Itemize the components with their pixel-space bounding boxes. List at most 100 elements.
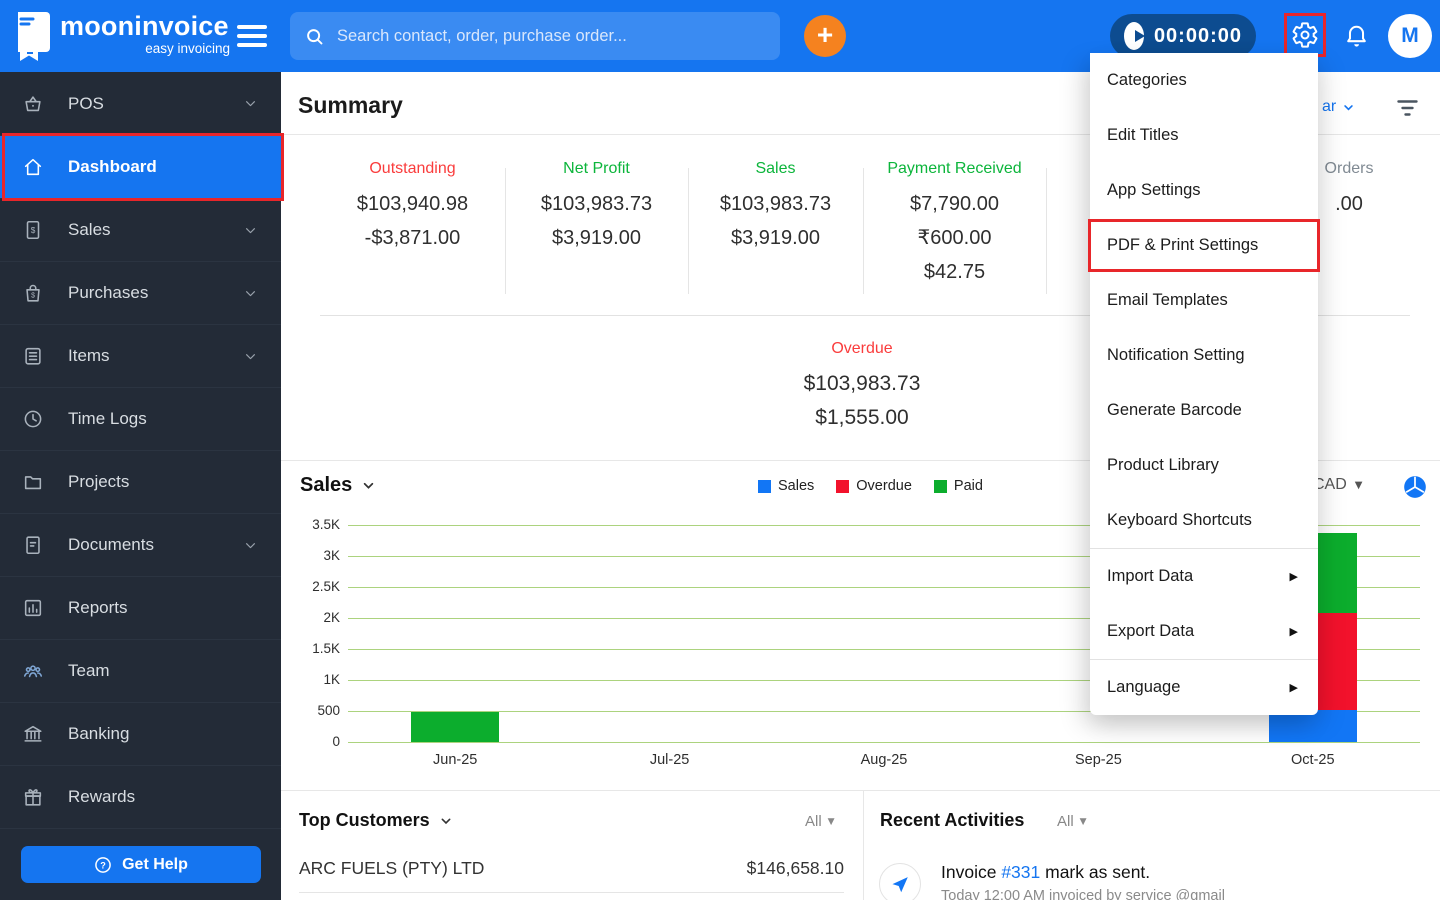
card-label: Outstanding — [369, 160, 456, 177]
bar-chart-icon — [24, 599, 42, 617]
team-icon — [23, 665, 43, 678]
overdue-value: $1,555.00 — [815, 406, 909, 429]
search-input[interactable] — [337, 26, 766, 46]
sidebar-item-label: Sales — [68, 220, 111, 239]
bar-segment-paid-jun-25 — [411, 711, 500, 742]
sidebar-item-team[interactable]: Team — [0, 639, 281, 702]
menu-item-product-library[interactable]: Product Library — [1090, 438, 1318, 493]
legend-label: Overdue — [856, 478, 912, 494]
currency-selector[interactable]: CAD ▼ — [1313, 476, 1362, 494]
legend-label: Paid — [953, 478, 983, 494]
menu-item-label: Import Data — [1107, 567, 1194, 585]
sidebar-item-pos[interactable]: POS — [0, 72, 281, 135]
top-customers-filter[interactable]: All ▼ — [805, 813, 835, 830]
menu-item-generate-barcode[interactable]: Generate Barcode — [1090, 383, 1318, 438]
add-new-button[interactable]: + — [804, 15, 846, 57]
gridline — [348, 742, 1420, 743]
sidebar-item-projects[interactable]: Projects — [0, 450, 281, 513]
bottom-panels-border — [281, 790, 1440, 791]
menu-item-email-templates[interactable]: Email Templates — [1090, 273, 1318, 328]
menu-item-notification-setting[interactable]: Notification Setting — [1090, 328, 1318, 383]
bottom-panels-divider — [863, 790, 864, 900]
card-label: Sales — [755, 160, 796, 177]
chart-title-dropdown[interactable]: Sales — [300, 474, 377, 497]
x-axis-label: Jun-25 — [433, 752, 478, 768]
y-axis-tick: 500 — [317, 703, 340, 718]
avatar-initial: M — [1401, 24, 1419, 47]
customer-row[interactable]: ARC FUELS (PTY) LTD $146,658.10 — [299, 858, 844, 879]
caret-down-icon: ▼ — [1079, 816, 1087, 827]
caret-down-icon: ▼ — [1354, 479, 1363, 491]
x-axis-label: Sep-25 — [1075, 752, 1122, 768]
legend-swatch — [758, 479, 771, 493]
sidebar-item-rewards[interactable]: Rewards — [0, 765, 281, 828]
x-axis-label: Jul-25 — [649, 752, 690, 768]
hamburger-menu-icon[interactable] — [237, 25, 267, 47]
filter-icon[interactable] — [1395, 98, 1420, 118]
sidebar-item-time-logs[interactable]: Time Logs — [0, 387, 281, 450]
menu-item-app-settings[interactable]: App Settings — [1090, 163, 1318, 218]
timer-value: 00:00:00 — [1153, 24, 1242, 47]
top-customers-header[interactable]: Top Customers — [299, 810, 454, 831]
sidebar-item-purchases[interactable]: $ Purchases — [0, 261, 281, 324]
question-circle-icon: ? — [95, 856, 111, 873]
menu-item-export-data[interactable]: Export Data ▶ — [1090, 604, 1318, 659]
menu-item-pdf-print-settings[interactable]: PDF & Print Settings — [1088, 218, 1320, 273]
filter-label: All — [1057, 813, 1074, 830]
menu-item-import-data[interactable]: Import Data ▶ — [1090, 549, 1318, 604]
activity-prefix: Invoice — [941, 862, 1002, 882]
card-divider — [1046, 168, 1047, 294]
menu-item-categories[interactable]: Categories — [1090, 53, 1318, 108]
get-help-wrap: ? Get Help — [0, 828, 281, 900]
period-selector[interactable]: ar — [1322, 98, 1356, 116]
timer-widget[interactable]: 00:00:00 — [1110, 14, 1256, 58]
sidebar-item-label: Rewards — [68, 787, 136, 806]
chevron-down-icon — [246, 290, 255, 296]
sidebar-item-items[interactable]: Items — [0, 324, 281, 387]
sidebar-item-banking[interactable]: Banking — [0, 702, 281, 765]
sidebar-item-label: Reports — [68, 598, 128, 617]
play-icon — [1124, 22, 1145, 50]
period-selector-fragment: ar — [1322, 98, 1337, 115]
get-help-label: Get Help — [122, 855, 188, 873]
summary-card-outstanding: Outstanding $103,940.98 -$3,871.00 — [320, 160, 505, 255]
top-customers-title: Top Customers — [299, 810, 430, 830]
activity-invoice-link[interactable]: #331 — [1001, 862, 1040, 882]
menu-item-edit-titles[interactable]: Edit Titles — [1090, 108, 1318, 163]
settings-gear-highlight-box[interactable] — [1284, 13, 1326, 57]
sidebar-item-reports[interactable]: Reports — [0, 576, 281, 639]
menu-item-label: Categories — [1107, 71, 1187, 89]
legend-item-overdue[interactable]: Overdue — [836, 478, 912, 494]
sidebar-item-sales[interactable]: $ Sales — [0, 198, 281, 261]
card-value: $42.75 — [923, 261, 986, 283]
card-value: $7,790.00 — [910, 193, 999, 215]
card-label: Net Profit — [563, 160, 630, 177]
card-value: $103,983.73 — [719, 193, 832, 215]
settings-dropdown-menu: Categories Edit Titles App Settings PDF & P… — [1088, 53, 1320, 715]
chevron-down-icon — [246, 101, 255, 107]
menu-item-language[interactable]: Language ▶ — [1090, 660, 1318, 715]
legend-item-sales[interactable]: Sales — [758, 478, 814, 494]
chevron-down-icon — [441, 818, 451, 824]
sidebar-item-dashboard[interactable]: Dashboard — [0, 133, 284, 201]
recent-activities-filter[interactable]: All ▼ — [1057, 813, 1087, 830]
sidebar-item-documents[interactable]: Documents — [0, 513, 281, 576]
customer-amount: $146,658.10 — [746, 858, 844, 878]
brand-name: mooninvoice — [60, 11, 229, 41]
bell-icon — [1347, 25, 1366, 47]
get-help-button[interactable]: ? Get Help — [20, 846, 261, 883]
menu-item-label: Export Data — [1107, 622, 1195, 640]
recent-activities-header: Recent Activities — [880, 810, 1024, 831]
sidebar-item-label: POS — [68, 93, 104, 113]
legend-item-paid[interactable]: Paid — [933, 478, 983, 494]
notifications-button[interactable] — [1343, 21, 1370, 56]
user-avatar[interactable]: M — [1388, 14, 1432, 58]
sidebar-item-label: Items — [68, 346, 110, 365]
menu-item-keyboard-shortcuts[interactable]: Keyboard Shortcuts — [1090, 493, 1318, 548]
menu-item-label: Email Templates — [1107, 291, 1228, 309]
chart-legend: Sales Overdue Paid — [758, 478, 983, 494]
activity-avatar — [879, 863, 921, 900]
pie-chart-toggle-icon[interactable] — [1402, 474, 1428, 500]
bank-icon — [24, 725, 42, 742]
card-value: $3,919.00 — [731, 227, 820, 249]
